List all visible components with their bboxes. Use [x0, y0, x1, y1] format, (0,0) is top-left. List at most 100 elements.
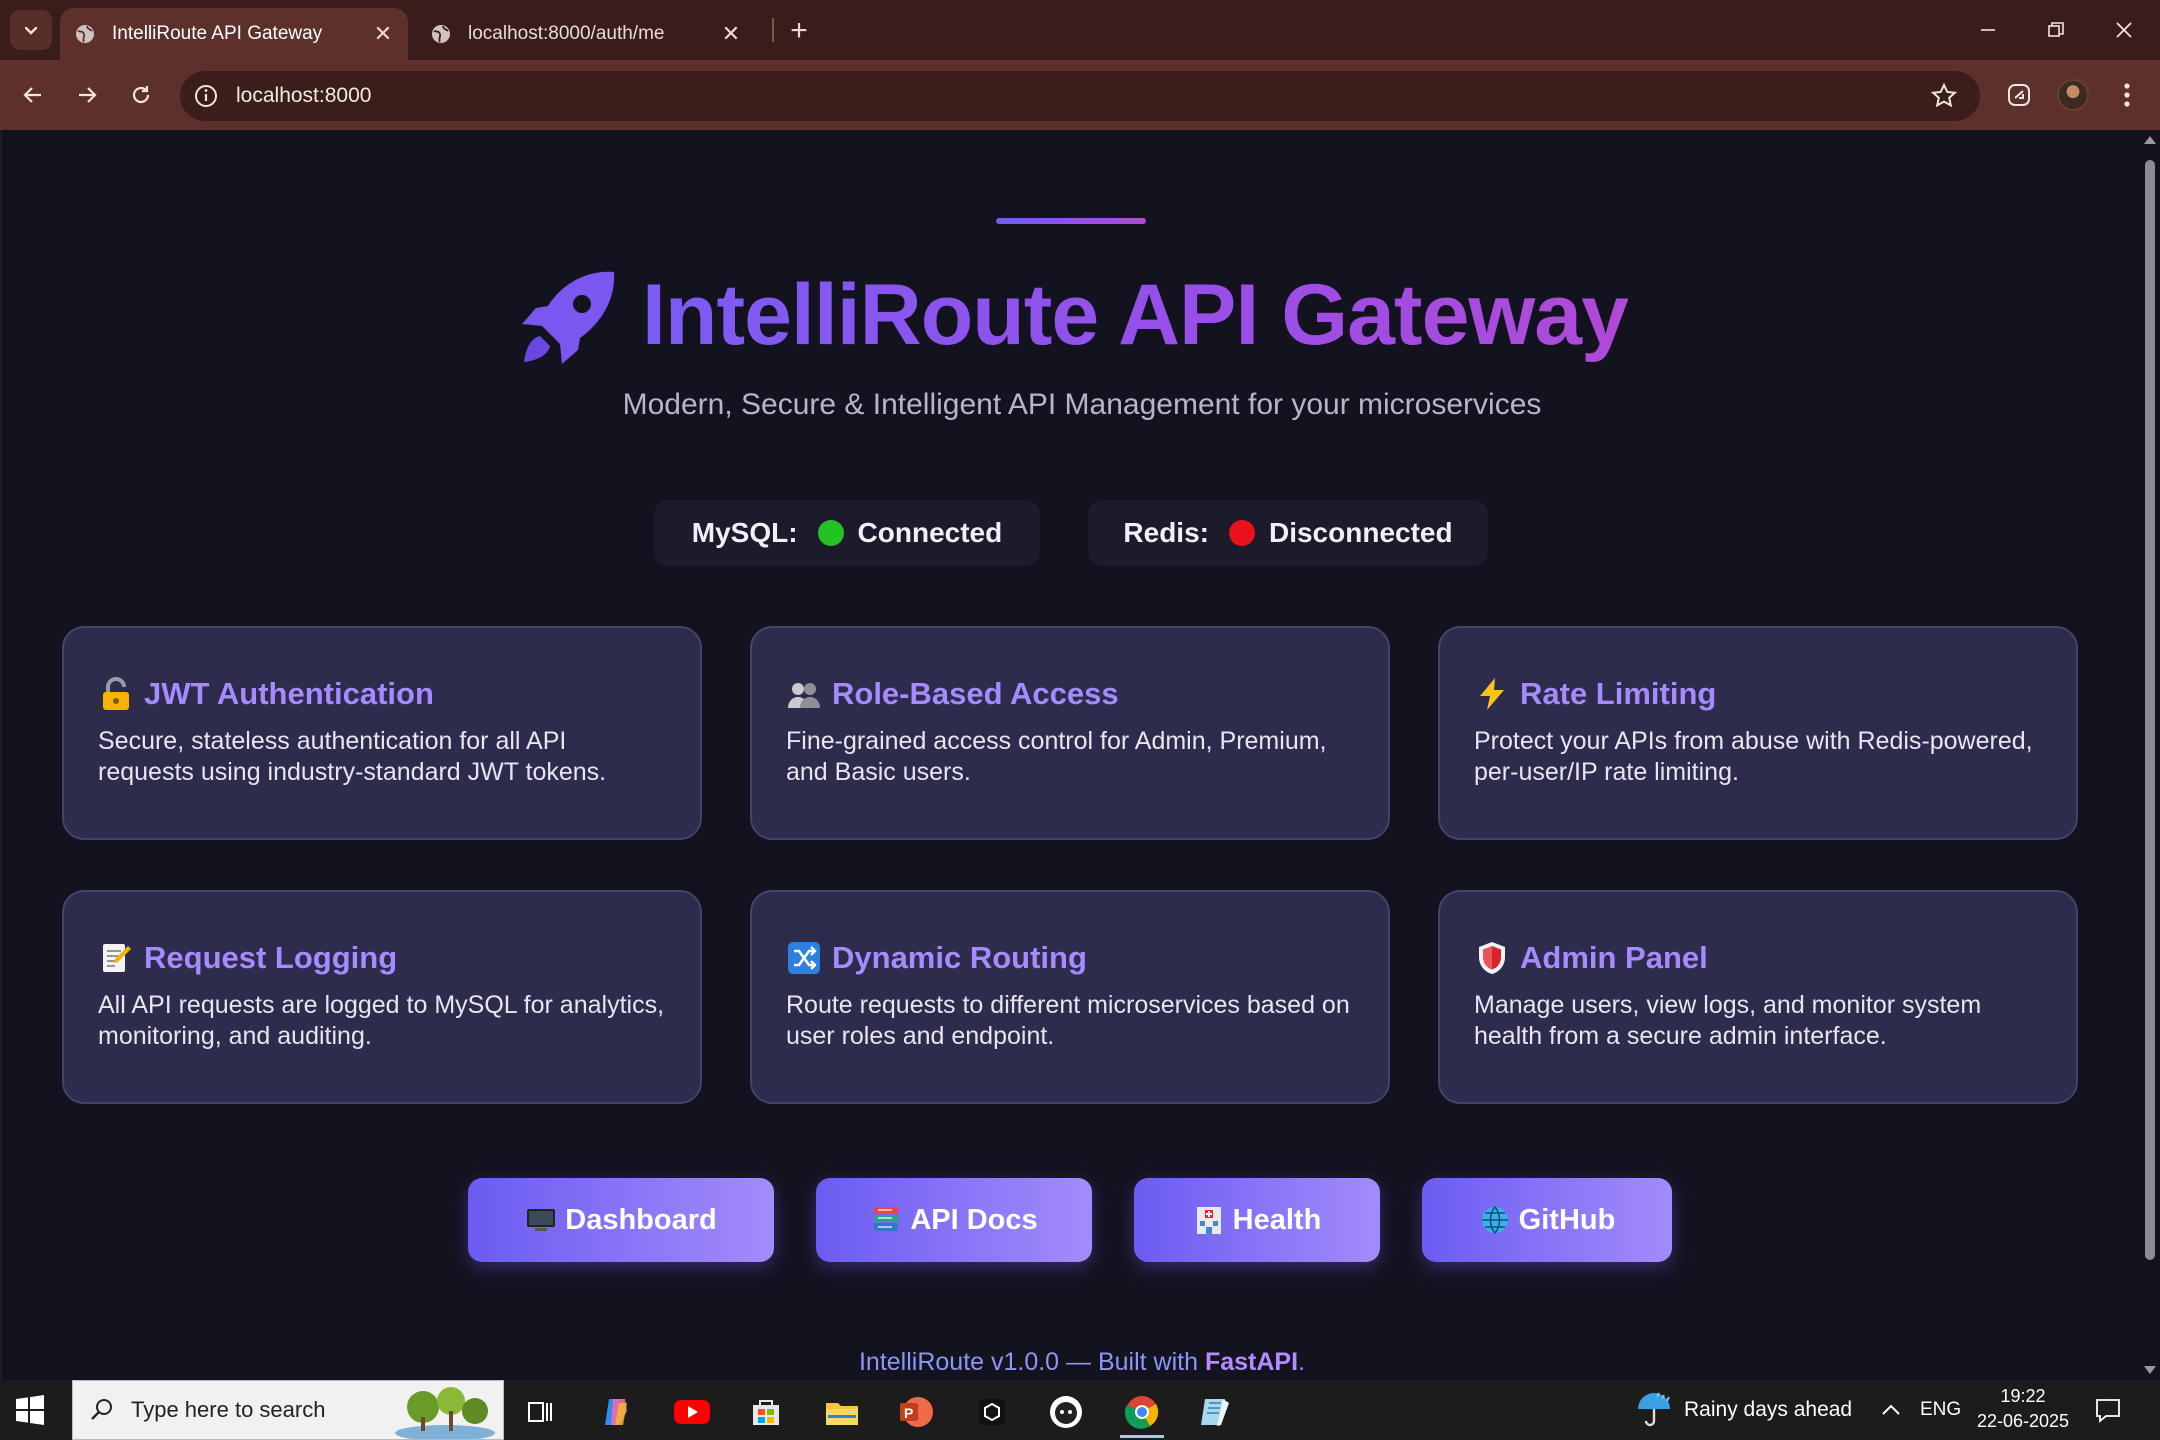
show-hidden-icons-button[interactable]	[1880, 1380, 1902, 1440]
status-label: Redis:	[1123, 517, 1209, 548]
forward-button[interactable]	[66, 74, 108, 116]
feature-description: Secure, stateless authentication for all…	[98, 727, 607, 786]
tab-strip: IntelliRoute API Gateway ✕ localhost:800…	[0, 0, 2160, 60]
health-button[interactable]: Health	[1134, 1178, 1380, 1262]
page-subtitle: Modern, Secure & Intelligent API Managem…	[622, 388, 1542, 421]
monitor-icon	[527, 1209, 556, 1231]
feature-title: JWT Authentication	[144, 676, 434, 711]
task-view-button[interactable]	[504, 1386, 576, 1438]
close-tab-icon[interactable]: ✕	[716, 19, 746, 49]
tab-search-button[interactable]	[10, 10, 52, 50]
close-tab-icon[interactable]: ✕	[368, 19, 398, 49]
page-title: IntelliRoute API Gateway	[642, 266, 1629, 363]
folder-icon	[826, 1403, 858, 1425]
books-icon	[874, 1207, 899, 1231]
site-info-icon[interactable]	[192, 82, 220, 110]
notes-app[interactable]	[1180, 1386, 1252, 1438]
language-indicator[interactable]: ENG	[1920, 1380, 1961, 1440]
page-viewport: IntelliRoute API Gateway Modern, Secure …	[0, 130, 2140, 1380]
restore-icon	[2048, 22, 2064, 37]
profile-button[interactable]	[2052, 74, 2094, 116]
url-text[interactable]: localhost:8000	[236, 84, 371, 108]
tab-intelliroute[interactable]: IntelliRoute API Gateway ✕	[60, 8, 408, 60]
feature-card-logging: Request Logging All API requests are log…	[62, 890, 702, 1104]
extensions-button[interactable]	[1998, 74, 2040, 116]
svg-text:P: P	[904, 1405, 913, 1421]
api-docs-button[interactable]: API Docs	[816, 1178, 1092, 1262]
clock-time: 19:22	[2000, 1386, 2046, 1406]
scroll-up-icon[interactable]	[2144, 136, 2156, 144]
red-status-dot-icon	[1228, 520, 1255, 546]
chrome-app[interactable]	[1106, 1386, 1178, 1438]
feature-title: Dynamic Routing	[832, 940, 1087, 975]
shuffle-icon	[788, 942, 820, 974]
browser-menu-button[interactable]	[2106, 74, 2148, 116]
close-window-button[interactable]	[2090, 0, 2158, 60]
feature-card-admin: Admin Panel Manage users, view logs, and…	[1438, 890, 2078, 1104]
taskbar-search-box[interactable]: Type here to search	[72, 1380, 504, 1440]
restore-button[interactable]	[2022, 0, 2090, 60]
button-label: Dashboard	[565, 1203, 717, 1236]
scroll-down-icon[interactable]	[2144, 1366, 2156, 1374]
dashboard-button[interactable]: Dashboard	[468, 1178, 774, 1262]
lock-icon	[103, 677, 129, 710]
file-explorer-app[interactable]	[806, 1386, 878, 1438]
tab-separator	[772, 18, 774, 42]
windows-taskbar: Type here to search P Rainy days ahead E…	[0, 1380, 2160, 1440]
mysql-status-badge: MySQL: Connected	[654, 500, 1040, 566]
globe-icon	[1481, 1206, 1508, 1234]
hero-header: IntelliRoute API Gateway	[2, 260, 2140, 370]
kebab-menu-icon	[2124, 83, 2130, 107]
search-highlight-illustration	[395, 1387, 495, 1439]
powerpoint-app[interactable]: P	[880, 1386, 952, 1438]
github-button[interactable]: GitHub	[1422, 1178, 1672, 1262]
git-app[interactable]	[1030, 1386, 1102, 1438]
youtube-app[interactable]	[656, 1386, 728, 1438]
browser-toolbar: localhost:8000	[0, 60, 2160, 130]
header-accent-line	[996, 218, 1146, 224]
language-text: ENG	[1920, 1399, 1962, 1420]
feature-card-rbac: Role-Based Access Fine-grained access co…	[750, 626, 1390, 840]
umbrella-icon	[1638, 1392, 1670, 1427]
tab-title: IntelliRoute API Gateway	[112, 23, 323, 44]
reload-button[interactable]	[120, 74, 162, 116]
terminal-app[interactable]	[956, 1386, 1028, 1438]
address-bar[interactable]: localhost:8000	[180, 71, 1980, 121]
fastapi-link[interactable]: FastAPI	[1205, 1348, 1298, 1376]
users-icon	[788, 683, 820, 708]
button-label: Health	[1232, 1203, 1322, 1236]
copilot-app[interactable]	[580, 1386, 652, 1438]
weather-widget[interactable]: Rainy days ahead	[1634, 1380, 1852, 1440]
footer-end: .	[1298, 1348, 1306, 1376]
lightning-icon	[1480, 678, 1504, 710]
youtube-icon	[674, 1400, 710, 1424]
chevron-down-icon	[24, 26, 38, 35]
memo-icon	[103, 944, 131, 972]
bookmark-star-icon[interactable]	[1930, 82, 1958, 110]
button-label: API Docs	[910, 1203, 1038, 1236]
redis-status-badge: Redis: Disconnected	[1088, 500, 1488, 566]
weather-text: Rainy days ahead	[1684, 1398, 1853, 1421]
tab-auth-me[interactable]: localhost:8000/auth/me ✕	[416, 8, 756, 60]
button-label: GitHub	[1518, 1203, 1616, 1236]
reload-icon	[132, 86, 150, 104]
microsoft-store-app[interactable]	[730, 1386, 802, 1438]
scrollbar-thumb[interactable]	[2145, 160, 2155, 1260]
globe-icon	[76, 25, 94, 43]
extension-icon	[2008, 84, 2030, 106]
minimize-icon	[1981, 29, 1995, 31]
status-label: MySQL:	[691, 517, 798, 548]
new-tab-button[interactable]: +	[780, 12, 818, 50]
page-scrollbar[interactable]	[2140, 130, 2160, 1380]
status-value: Connected	[857, 517, 1003, 548]
minimize-button[interactable]	[1954, 0, 2022, 60]
taskbar-clock[interactable]: 19:22 22-06-2025	[1968, 1384, 2078, 1434]
notification-icon	[2096, 1399, 2120, 1423]
clock-date: 22-06-2025	[1976, 1411, 2070, 1431]
notification-center-button[interactable]	[2094, 1380, 2122, 1440]
back-button[interactable]	[12, 74, 54, 116]
avatar	[2057, 79, 2089, 111]
store-icon	[753, 1400, 779, 1425]
windows-start-icon[interactable]	[14, 1394, 46, 1426]
feature-description: All API requests are logged to MySQL for…	[98, 991, 665, 1050]
